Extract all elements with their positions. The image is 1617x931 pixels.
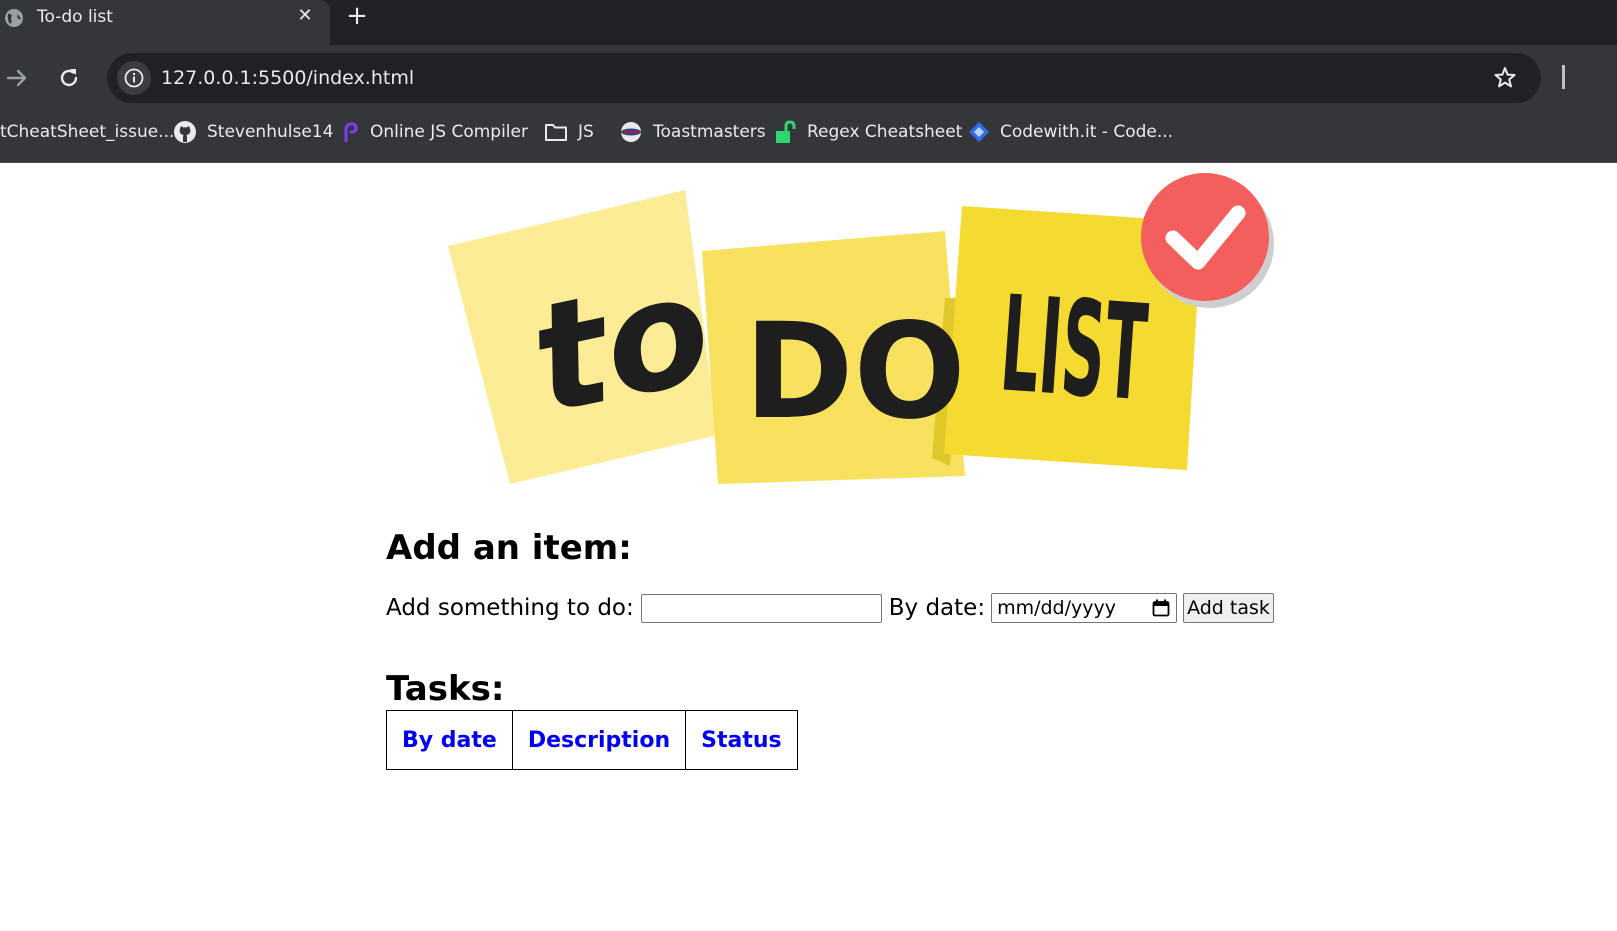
reload-icon[interactable]: [56, 65, 82, 91]
tab-strip: To-do list ✕ +: [0, 0, 1617, 45]
bookmark-regex-cheatsheet[interactable]: Regex Cheatsheet: [775, 111, 962, 153]
bookmark-js-folder[interactable]: JS: [544, 111, 594, 153]
logo-word-list: LIST: [996, 267, 1151, 431]
column-header-status[interactable]: Status: [685, 710, 798, 770]
bookmark-label: JS: [578, 122, 594, 142]
add-item-heading: Add an item:: [386, 528, 632, 568]
bookmark-online-js-compiler[interactable]: Online JS Compiler: [342, 111, 528, 153]
column-header-by-date[interactable]: By date: [386, 710, 513, 770]
todo-list-logo: to DO LIST: [448, 173, 1274, 484]
tab-todo-list[interactable]: To-do list ✕: [0, 0, 330, 45]
bookmark-github[interactable]: Stevenhulse14: [173, 111, 333, 153]
forward-arrow-icon[interactable]: [4, 65, 30, 91]
bookmark-label: Toastmasters: [653, 122, 766, 142]
column-header-description[interactable]: Description: [511, 710, 687, 770]
browser-toolbar: 127.0.0.1:5500/index.html: [0, 45, 1617, 111]
tasks-heading: Tasks:: [386, 669, 505, 709]
new-tab-button[interactable]: +: [344, 3, 370, 29]
tab-title: To-do list: [37, 7, 113, 27]
todo-label: Add something to do:: [386, 595, 634, 621]
site-info-button[interactable]: [117, 61, 151, 95]
logo-word-to: to: [518, 242, 725, 449]
date-label: By date:: [888, 595, 986, 621]
url-text: 127.0.0.1:5500/index.html: [161, 67, 415, 89]
globe-icon: [5, 9, 23, 27]
close-tab-icon[interactable]: ✕: [294, 5, 316, 27]
calendar-icon[interactable]: [1152, 599, 1170, 617]
bookmark-label: Codewith.it - Code...: [1000, 122, 1174, 142]
diamond-icon: [969, 122, 989, 142]
info-icon: [124, 68, 144, 88]
bookmark-label: Online JS Compiler: [370, 122, 528, 142]
bookmark-cheatsheet[interactable]: tCheatSheet_issue...: [0, 111, 174, 153]
add-task-form: Add something to do: By date: mm/dd/yyyy…: [386, 592, 1274, 624]
toastmasters-icon: [621, 122, 641, 142]
folder-icon: [545, 124, 567, 141]
bookmark-toastmasters[interactable]: Toastmasters: [619, 111, 766, 153]
date-input[interactable]: mm/dd/yyyy: [991, 593, 1178, 623]
bookmarks-bar: tCheatSheet_issue... Stevenhulse14 Onlin…: [0, 111, 1617, 163]
table-header-row: By date Description Status: [386, 710, 798, 770]
add-task-button[interactable]: Add task: [1183, 593, 1274, 623]
bookmark-codewith-it[interactable]: Codewith.it - Code...: [968, 111, 1173, 153]
date-placeholder: mm/dd/yyyy: [997, 597, 1116, 619]
bookmark-label: Regex Cheatsheet: [807, 122, 963, 142]
todo-input[interactable]: [640, 593, 882, 623]
toolbar-divider: [1562, 65, 1565, 89]
bookmark-label: tCheatSheet_issue...: [0, 122, 175, 142]
tasks-table: By date Description Status: [386, 710, 798, 770]
programiz-icon: [344, 122, 358, 143]
bookmark-label: Stevenhulse14: [207, 122, 334, 142]
lock-icon: [776, 120, 796, 143]
logo-word-do: DO: [744, 295, 966, 449]
address-bar[interactable]: 127.0.0.1:5500/index.html: [107, 53, 1541, 103]
bookmark-star-icon[interactable]: [1492, 65, 1518, 91]
github-icon: [174, 121, 196, 143]
